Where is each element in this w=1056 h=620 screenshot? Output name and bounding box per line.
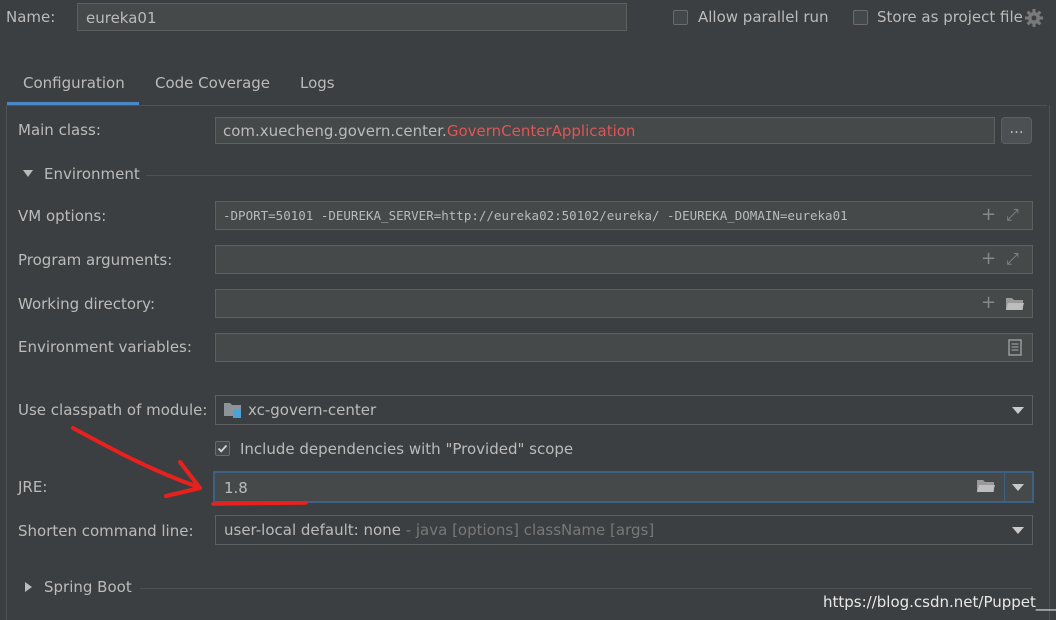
- gear-icon[interactable]: [1024, 8, 1044, 28]
- classpath-module-select[interactable]: xc-govern-center: [215, 395, 1033, 425]
- jre-label: JRE:: [18, 478, 48, 496]
- allow-parallel-run-label[interactable]: Allow parallel run: [698, 8, 829, 26]
- name-label: Name:: [6, 8, 56, 26]
- shorten-value: user-local default: none: [224, 521, 401, 539]
- program-arguments-expand-icon[interactable]: ⤢: [1006, 250, 1019, 268]
- jre-chevron-down-icon[interactable]: [1012, 484, 1024, 491]
- spring-boot-section-label[interactable]: Spring Boot: [44, 578, 132, 596]
- vm-options-input[interactable]: -DPORT=50101 -DEUREKA_SERVER=http://eure…: [215, 201, 1033, 230]
- tab-code-coverage[interactable]: Code Coverage: [155, 74, 270, 92]
- spring-boot-divider: [140, 588, 1032, 589]
- environment-variables-input[interactable]: [215, 333, 1033, 362]
- shorten-command-line-select[interactable]: user-local default: none - java [options…: [215, 515, 1033, 545]
- module-folder-icon: [224, 403, 241, 418]
- program-arguments-label: Program arguments:: [18, 251, 173, 269]
- shorten-command-line-label: Shorten command line:: [18, 522, 194, 540]
- folder-icon[interactable]: [1005, 296, 1025, 312]
- working-directory-label: Working directory:: [18, 295, 156, 313]
- main-class-package: com.xuecheng.govern.center.: [223, 122, 447, 140]
- vm-options-expand-icon[interactable]: ⤢: [1006, 206, 1019, 224]
- expand-triangle-icon[interactable]: [25, 582, 32, 592]
- chevron-down-icon[interactable]: [1012, 407, 1024, 414]
- environment-section-label[interactable]: Environment: [44, 165, 140, 183]
- jre-folder-icon[interactable]: [976, 478, 996, 494]
- store-as-project-file-label[interactable]: Store as project file: [877, 8, 1023, 26]
- allow-parallel-run-checkbox[interactable]: [673, 10, 688, 25]
- store-as-project-file-checkbox[interactable]: [853, 10, 868, 25]
- vm-options-label: VM options:: [18, 207, 107, 225]
- include-dependencies-label[interactable]: Include dependencies with "Provided" sco…: [240, 440, 573, 458]
- main-class-input[interactable]: com.xuecheng.govern.center.GovernCenterA…: [215, 117, 995, 144]
- jre-dropdown-divider: [1004, 473, 1005, 501]
- watermark-text: https://blog.csdn.net/Puppet___: [823, 593, 1056, 611]
- name-input[interactable]: eureka01: [77, 3, 627, 31]
- include-dependencies-checkbox[interactable]: [215, 441, 230, 456]
- environment-variables-label: Environment variables:: [18, 338, 192, 356]
- main-class-browse-button[interactable]: ...: [1001, 117, 1032, 144]
- document-icon[interactable]: [1008, 339, 1022, 356]
- tab-logs[interactable]: Logs: [300, 74, 335, 92]
- program-arguments-input[interactable]: [215, 245, 1033, 274]
- shorten-chevron-down-icon[interactable]: [1012, 527, 1024, 534]
- collapse-triangle-icon[interactable]: [23, 170, 33, 177]
- classpath-module-label: Use classpath of module:: [18, 401, 208, 419]
- jre-input[interactable]: 1.8: [213, 471, 1034, 503]
- environment-divider: [146, 175, 1032, 176]
- vm-options-add-icon[interactable]: +: [981, 206, 996, 224]
- main-class-label: Main class:: [18, 121, 101, 139]
- program-arguments-add-icon[interactable]: +: [981, 250, 996, 268]
- working-directory-input[interactable]: [215, 289, 1033, 318]
- tab-configuration[interactable]: Configuration: [23, 74, 125, 92]
- main-class-name: GovernCenterApplication: [446, 122, 636, 140]
- working-directory-add-icon[interactable]: +: [981, 294, 996, 312]
- shorten-hint: - java [options] className [args]: [400, 521, 655, 539]
